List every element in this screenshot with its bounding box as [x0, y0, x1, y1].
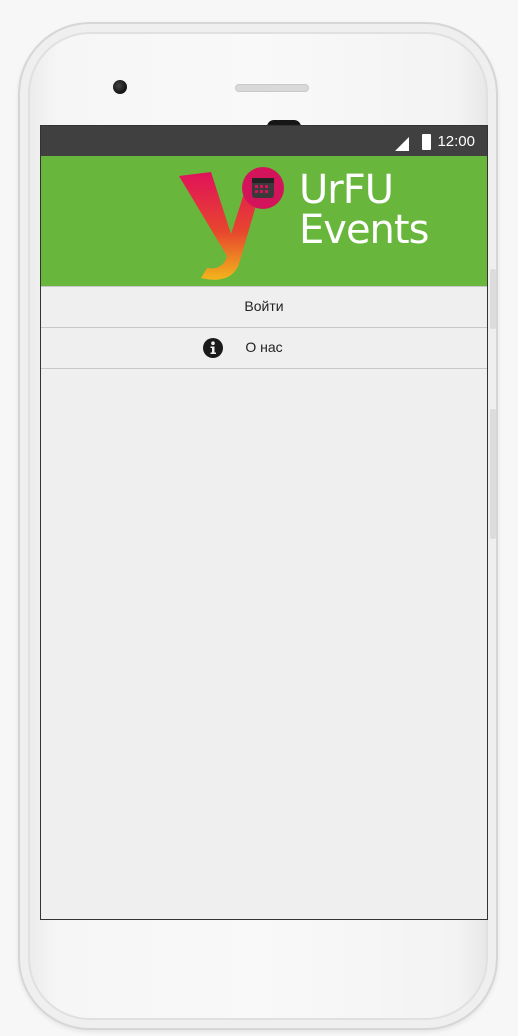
menu-item-label: Войти: [244, 298, 284, 314]
top-speaker: [235, 84, 309, 92]
status-bar: 12:00: [41, 126, 487, 156]
signal-icon: [395, 137, 409, 151]
menu-item-label: О нас: [245, 339, 283, 355]
menu-item-login[interactable]: Войти: [41, 286, 487, 328]
app-title: UrFU Events: [299, 167, 429, 253]
status-time: 12:00: [437, 133, 475, 150]
front-camera: [113, 80, 127, 94]
screen: 12:00 UrFU Events Войти О нас: [40, 125, 488, 920]
volume-button: [490, 269, 496, 329]
app-title-line2: Events: [299, 207, 429, 253]
urfu-logo-icon: [179, 167, 284, 280]
menu-item-about[interactable]: О нас: [41, 328, 487, 369]
app-title-line1: UrFU: [299, 167, 394, 213]
app-header: UrFU Events: [41, 156, 487, 286]
battery-icon: [422, 134, 431, 150]
side-button: [490, 409, 496, 539]
